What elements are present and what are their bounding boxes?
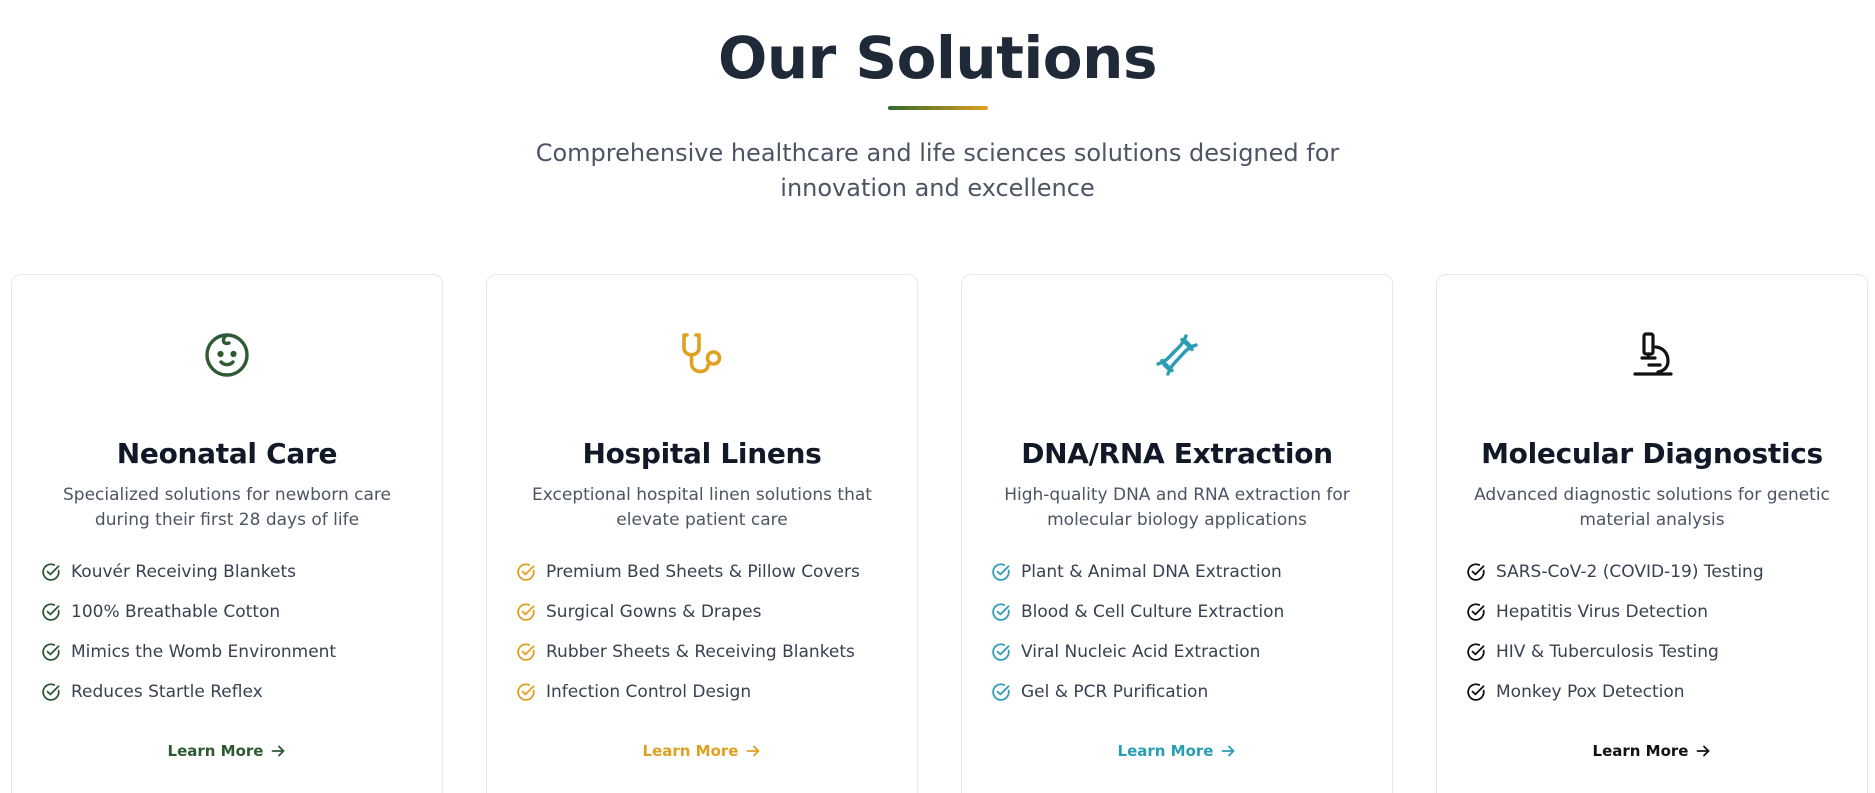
feature-label: Gel & PCR Purification — [1021, 682, 1209, 702]
check-circle-icon — [516, 602, 536, 622]
feature-list: Premium Bed Sheets & Pillow Covers Surgi… — [516, 552, 897, 712]
feature-item: HIV & Tuberculosis Testing — [1466, 632, 1847, 672]
feature-item: Rubber Sheets & Receiving Blankets — [516, 632, 897, 672]
feature-label: Reduces Startle Reflex — [71, 682, 263, 702]
feature-label: Infection Control Design — [546, 682, 752, 702]
feature-item: Mimics the Womb Environment — [41, 632, 422, 672]
card-dna-rna-extraction: DNA/RNA Extraction High-quality DNA and … — [961, 274, 1393, 793]
check-circle-icon — [41, 682, 61, 702]
learn-more-label: Learn More — [1117, 742, 1214, 760]
feature-item: SARS-CoV-2 (COVID-19) Testing — [1466, 552, 1847, 592]
feature-item: Gel & PCR Purification — [991, 672, 1372, 712]
feature-item: Hepatitis Virus Detection — [1466, 592, 1847, 632]
feature-item: Infection Control Design — [516, 672, 897, 712]
feature-label: SARS-CoV-2 (COVID-19) Testing — [1496, 562, 1764, 582]
card-title: Hospital Linens — [582, 437, 822, 470]
feature-label: 100% Breathable Cotton — [71, 602, 281, 622]
learn-more-link[interactable]: Learn More — [1437, 742, 1867, 760]
dna-icon — [1152, 330, 1202, 380]
baby-face-icon — [202, 330, 252, 380]
check-circle-icon — [516, 682, 536, 702]
feature-label: Premium Bed Sheets & Pillow Covers — [546, 562, 860, 582]
feature-item: Premium Bed Sheets & Pillow Covers — [516, 552, 897, 592]
learn-more-link[interactable]: Learn More — [487, 742, 917, 760]
feature-list: Plant & Animal DNA Extraction Blood & Ce… — [991, 552, 1372, 712]
feature-label: Kouvér Receiving Blankets — [71, 562, 296, 582]
card-title: Molecular Diagnostics — [1481, 437, 1823, 470]
feature-item: Surgical Gowns & Drapes — [516, 592, 897, 632]
feature-item: Kouvér Receiving Blankets — [41, 552, 422, 592]
feature-label: Surgical Gowns & Drapes — [546, 602, 762, 622]
check-circle-icon — [991, 642, 1011, 662]
feature-item: Plant & Animal DNA Extraction — [991, 552, 1372, 592]
feature-label: Rubber Sheets & Receiving Blankets — [546, 642, 855, 662]
check-circle-icon — [516, 562, 536, 582]
solution-cards: Neonatal Care Specialized solutions for … — [11, 274, 1875, 793]
feature-label: Hepatitis Virus Detection — [1496, 602, 1709, 622]
card-description: Specialized solutions for newborn care d… — [63, 485, 391, 530]
card-description: Exceptional hospital linen solutions tha… — [532, 485, 872, 530]
check-circle-icon — [1466, 682, 1486, 702]
check-circle-icon — [41, 642, 61, 662]
check-circle-icon — [516, 642, 536, 662]
check-circle-icon — [1466, 602, 1486, 622]
feature-label: Mimics the Womb Environment — [71, 642, 337, 662]
check-circle-icon — [41, 562, 61, 582]
feature-label: Plant & Animal DNA Extraction — [1021, 562, 1282, 582]
card-title: Neonatal Care — [116, 437, 338, 470]
stethoscope-icon — [677, 330, 727, 380]
card-title: DNA/RNA Extraction — [1021, 437, 1333, 470]
card-description: Advanced diagnostic solutions for geneti… — [1474, 485, 1830, 530]
learn-more-link[interactable]: Learn More — [962, 742, 1392, 760]
section-title: Our Solutions — [718, 24, 1157, 92]
feature-label: Blood & Cell Culture Extraction — [1021, 602, 1285, 622]
feature-item: Reduces Startle Reflex — [41, 672, 422, 712]
learn-more-label: Learn More — [642, 742, 739, 760]
arrow-right-icon — [745, 743, 761, 759]
feature-item: Monkey Pox Detection — [1466, 672, 1847, 712]
card-neonatal-care: Neonatal Care Specialized solutions for … — [11, 274, 443, 793]
feature-list: SARS-CoV-2 (COVID-19) Testing Hepatitis … — [1466, 552, 1847, 712]
check-circle-icon — [991, 562, 1011, 582]
check-circle-icon — [991, 682, 1011, 702]
card-hospital-linens: Hospital Linens Exceptional hospital lin… — [486, 274, 918, 793]
microscope-icon — [1627, 330, 1677, 380]
learn-more-link[interactable]: Learn More — [12, 742, 442, 760]
check-circle-icon — [991, 602, 1011, 622]
solutions-section: Our Solutions Comprehensive healthcare a… — [0, 0, 1875, 793]
feature-label: HIV & Tuberculosis Testing — [1496, 642, 1719, 662]
card-molecular-diagnostics: Molecular Diagnostics Advanced diagnosti… — [1436, 274, 1868, 793]
learn-more-label: Learn More — [167, 742, 264, 760]
check-circle-icon — [1466, 642, 1486, 662]
feature-item: 100% Breathable Cotton — [41, 592, 422, 632]
section-header: Our Solutions Comprehensive healthcare a… — [0, 0, 1875, 206]
section-subtitle: Comprehensive healthcare and life scienc… — [535, 139, 1340, 202]
arrow-right-icon — [1220, 743, 1236, 759]
check-circle-icon — [41, 602, 61, 622]
feature-item: Blood & Cell Culture Extraction — [991, 592, 1372, 632]
card-description: High-quality DNA and RNA extraction for … — [1004, 485, 1350, 530]
feature-list: Kouvér Receiving Blankets 100% Breathabl… — [41, 552, 422, 712]
feature-item: Viral Nucleic Acid Extraction — [991, 632, 1372, 672]
feature-label: Viral Nucleic Acid Extraction — [1021, 642, 1261, 662]
learn-more-label: Learn More — [1592, 742, 1689, 760]
feature-label: Monkey Pox Detection — [1496, 682, 1685, 702]
arrow-right-icon — [1695, 743, 1711, 759]
title-underline — [887, 106, 988, 110]
check-circle-icon — [1466, 562, 1486, 582]
arrow-right-icon — [270, 743, 286, 759]
